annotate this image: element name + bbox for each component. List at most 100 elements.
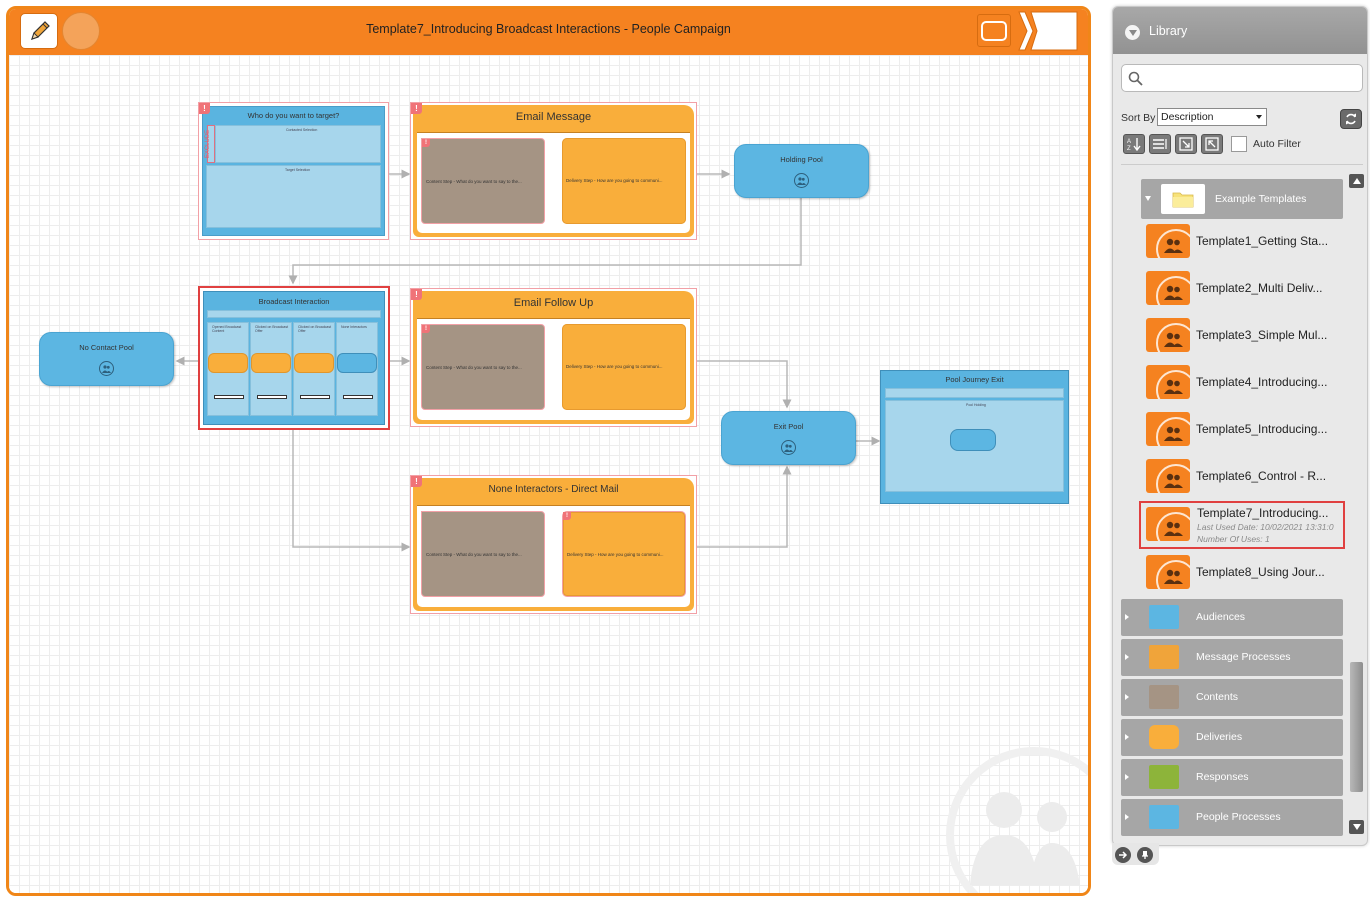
library-header[interactable]: Library bbox=[1113, 7, 1367, 54]
exit-pool-node[interactable]: Exit Pool bbox=[721, 411, 856, 465]
warning-badge[interactable]: ! bbox=[563, 512, 571, 520]
template-item[interactable]: Template1_Getting Sta... bbox=[1146, 220, 1342, 264]
direct-mail-node[interactable]: None Interactors - Direct Mail Content S… bbox=[410, 475, 697, 614]
sort-az-icon: A Z bbox=[1127, 138, 1141, 151]
category-audiences[interactable]: Audiences bbox=[1121, 599, 1343, 636]
content-step-label: Content Step - What do you want to say t… bbox=[426, 179, 522, 184]
search-input[interactable] bbox=[1148, 69, 1358, 87]
collapse-all-button[interactable] bbox=[1201, 134, 1223, 154]
delivery-step[interactable]: Delivery Step - How are you going to com… bbox=[562, 138, 686, 224]
caret-down-icon bbox=[1145, 196, 1151, 201]
column-action[interactable] bbox=[208, 353, 248, 373]
column-action[interactable] bbox=[294, 353, 334, 373]
broadcast-column-2[interactable]: Clicked on Broadcast Offer bbox=[250, 322, 292, 416]
email-follow-up-node[interactable]: Email Follow Up ! Content Step - What do… bbox=[410, 288, 697, 427]
broadcast-column-4[interactable]: None Interactors bbox=[336, 322, 378, 416]
category-deliveries[interactable]: Deliveries bbox=[1121, 719, 1343, 756]
column-header: None Interactors bbox=[341, 325, 367, 329]
scroll-up-button[interactable] bbox=[1349, 174, 1364, 188]
view-toggle-button[interactable] bbox=[977, 14, 1011, 47]
people-icon bbox=[1146, 224, 1190, 258]
category-responses[interactable]: Responses bbox=[1121, 759, 1343, 796]
audience-swatch-icon bbox=[1149, 605, 1179, 629]
category-label: Deliveries bbox=[1196, 731, 1243, 743]
broadcast-column-3[interactable]: Clicked on Broadcast Offer bbox=[293, 322, 335, 416]
template-item[interactable]: Template4_Introducing... bbox=[1146, 361, 1342, 405]
template-last-used: Last Used Date: 10/02/2021 13:31:0 bbox=[1197, 522, 1334, 532]
template-item[interactable]: Template5_Introducing... bbox=[1146, 408, 1342, 452]
delivery-swatch-icon bbox=[1149, 725, 1179, 749]
column-action[interactable] bbox=[251, 353, 291, 373]
edit-button[interactable] bbox=[20, 13, 58, 49]
list-icon bbox=[1153, 139, 1167, 149]
scroll-down-button[interactable] bbox=[1349, 820, 1364, 834]
auto-filter-label: Auto Filter bbox=[1253, 138, 1301, 150]
target-audience-node[interactable]: Who do you want to target? EXCLUDE Conta… bbox=[198, 102, 389, 240]
window-icon bbox=[981, 20, 1007, 41]
expand-all-button[interactable] bbox=[1175, 134, 1197, 154]
people-icon bbox=[1146, 412, 1190, 446]
template-item[interactable]: Template6_Control - R... bbox=[1146, 455, 1342, 499]
sort-by-select[interactable]: Description bbox=[1157, 108, 1267, 126]
exit-pool-title: Exit Pool bbox=[773, 422, 804, 431]
direct-mail-steps: Content Step - What do you want to say t… bbox=[417, 505, 690, 607]
delivery-step[interactable]: Delivery Step - How are you going to com… bbox=[562, 324, 686, 410]
pool-holding-item[interactable] bbox=[950, 429, 996, 451]
contacted-selection-pane[interactable]: Contacted Selection bbox=[215, 125, 381, 163]
broadcast-interaction-node[interactable]: Broadcast Interaction Opened Broadcast C… bbox=[198, 286, 390, 430]
no-contact-pool-node[interactable]: No Contact Pool bbox=[39, 332, 174, 386]
library-panel-toggle[interactable] bbox=[1017, 11, 1079, 51]
folder-example-templates[interactable]: Example Templates bbox=[1141, 179, 1343, 219]
warning-badge[interactable]: ! bbox=[422, 325, 430, 333]
warning-badge[interactable]: ! bbox=[411, 103, 422, 114]
content-step[interactable]: Content Step - What do you want to say t… bbox=[421, 511, 545, 597]
warning-badge[interactable]: ! bbox=[411, 289, 422, 300]
warning-badge[interactable]: ! bbox=[199, 103, 210, 114]
auto-filter-checkbox[interactable] bbox=[1231, 136, 1247, 152]
broadcast-interaction-body: Broadcast Interaction Opened Broadcast C… bbox=[203, 291, 385, 425]
target-selection-pane[interactable]: Target Selection bbox=[206, 165, 381, 228]
target-selection-label: Target Selection bbox=[285, 168, 311, 172]
people-icon bbox=[1146, 459, 1190, 493]
content-step[interactable]: ! Content Step - What do you want to say… bbox=[421, 138, 545, 224]
category-label: Responses bbox=[1196, 771, 1249, 783]
category-contents[interactable]: Contents bbox=[1121, 679, 1343, 716]
navigate-button[interactable] bbox=[1115, 847, 1131, 863]
category-label: Contents bbox=[1196, 691, 1239, 703]
sort-by-value: Description bbox=[1161, 111, 1214, 123]
sort-az-button[interactable]: A Z bbox=[1123, 134, 1145, 154]
category-people-processes[interactable]: People Processes bbox=[1121, 799, 1343, 836]
list-view-button[interactable] bbox=[1149, 134, 1171, 154]
broadcast-header-strip bbox=[207, 310, 381, 318]
template-item[interactable]: Template3_Simple Mul... bbox=[1146, 314, 1342, 358]
pool-holding-pane[interactable]: Pool Holding bbox=[885, 400, 1064, 492]
scroll-thumb[interactable] bbox=[1350, 662, 1363, 792]
broadcast-column-1[interactable]: Opened Broadcast Content bbox=[207, 322, 249, 416]
pin-button[interactable] bbox=[1137, 847, 1153, 863]
library-search[interactable] bbox=[1121, 64, 1363, 92]
category-message-processes[interactable]: Message Processes bbox=[1121, 639, 1343, 676]
template-item[interactable]: Template2_Multi Deliv... bbox=[1146, 267, 1342, 311]
column-action[interactable] bbox=[337, 353, 377, 373]
email-message-node[interactable]: Email Message ! Content Step - What do y… bbox=[410, 102, 697, 240]
warning-badge[interactable]: ! bbox=[411, 476, 422, 487]
template-item[interactable]: Template8_Using Jour... bbox=[1146, 551, 1342, 595]
content-step[interactable]: ! Content Step - What do you want to say… bbox=[421, 324, 545, 410]
status-circle-button[interactable] bbox=[62, 12, 100, 50]
template-item-selected[interactable]: Template7_Introducing... Last Used Date:… bbox=[1139, 501, 1345, 549]
canvas-workspace[interactable]: Who do you want to target? EXCLUDE Conta… bbox=[9, 53, 1088, 893]
chevron-down-icon[interactable] bbox=[1125, 25, 1140, 40]
column-tag bbox=[300, 395, 330, 399]
target-audience-body: Who do you want to target? EXCLUDE Conta… bbox=[202, 106, 385, 236]
library-scrollbar[interactable] bbox=[1349, 174, 1364, 834]
direct-mail-body: None Interactors - Direct Mail Content S… bbox=[413, 478, 694, 611]
library-tree: Example Templates Template1_Getting Sta.… bbox=[1113, 169, 1349, 837]
warning-badge[interactable]: ! bbox=[422, 139, 430, 147]
holding-pool-node[interactable]: Holding Pool bbox=[734, 144, 869, 198]
folder-label: Example Templates bbox=[1215, 193, 1307, 205]
refresh-button[interactable] bbox=[1340, 109, 1362, 129]
caret-right-icon bbox=[1125, 774, 1129, 780]
delivery-step[interactable]: ! Delivery Step - How are you going to c… bbox=[562, 511, 686, 597]
pool-journey-exit-node[interactable]: Pool Journey Exit Pool Holding bbox=[880, 370, 1069, 504]
collapse-icon bbox=[1205, 137, 1219, 151]
